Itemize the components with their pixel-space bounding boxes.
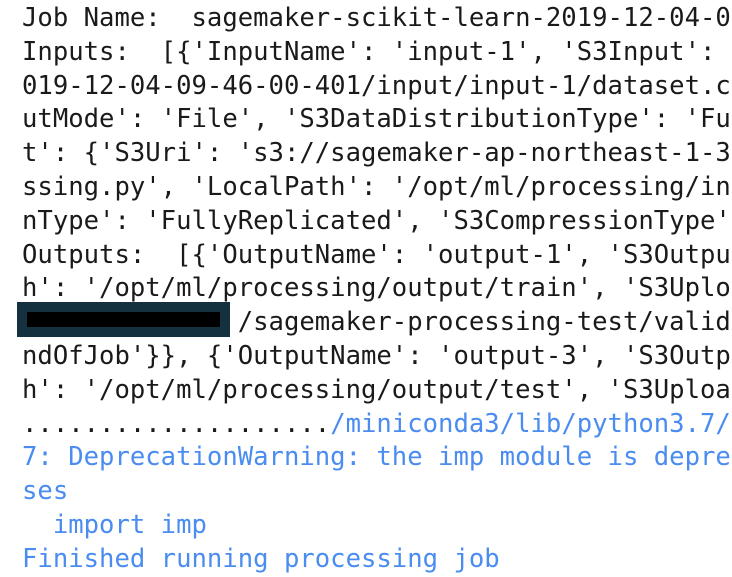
warning-line: import imp [22, 509, 207, 540]
warning-line: 7: DeprecationWarning: the imp module is… [22, 442, 731, 473]
progress-dots: .................... [22, 408, 331, 439]
output-line: h': '/opt/ml/processing/output/test', 'S… [22, 374, 731, 405]
output-line: ndOfJob'}}, {'OutputName': 'output-3', '… [22, 340, 731, 371]
finished-message: Finished running processing job [22, 543, 500, 574]
warning-path: /miniconda3/lib/python3.7/ [330, 408, 731, 439]
warning-line: ses [22, 476, 69, 507]
redaction-bar [27, 312, 220, 327]
output-line: nType': 'FullyReplicated', 'S3Compressio… [22, 205, 731, 236]
output-line: ssing.py', 'LocalPath': '/opt/ml/process… [22, 171, 731, 202]
cell-output: Job Name: sagemaker-scikit-learn-2019-12… [0, 0, 732, 577]
output-line: utMode': 'File', 'S3DataDistributionType… [22, 104, 731, 135]
output-line-inputs: Inputs: [{'InputName': 'input-1', 'S3Inp… [22, 36, 731, 67]
progress-line: ..................../miniconda3/lib/pyth… [22, 408, 732, 442]
output-line-job-name: Job Name: sagemaker-scikit-learn-2019-12… [22, 3, 731, 33]
output-line: t': {'S3Uri': 's3://sagemaker-ap-northea… [22, 138, 731, 169]
redaction-box [17, 302, 230, 337]
output-line-outputs: Outputs: [{'OutputName': 'output-1', 'S3… [22, 239, 731, 270]
output-line: 019-12-04-09-46-00-401/input/input-1/dat… [22, 70, 731, 101]
